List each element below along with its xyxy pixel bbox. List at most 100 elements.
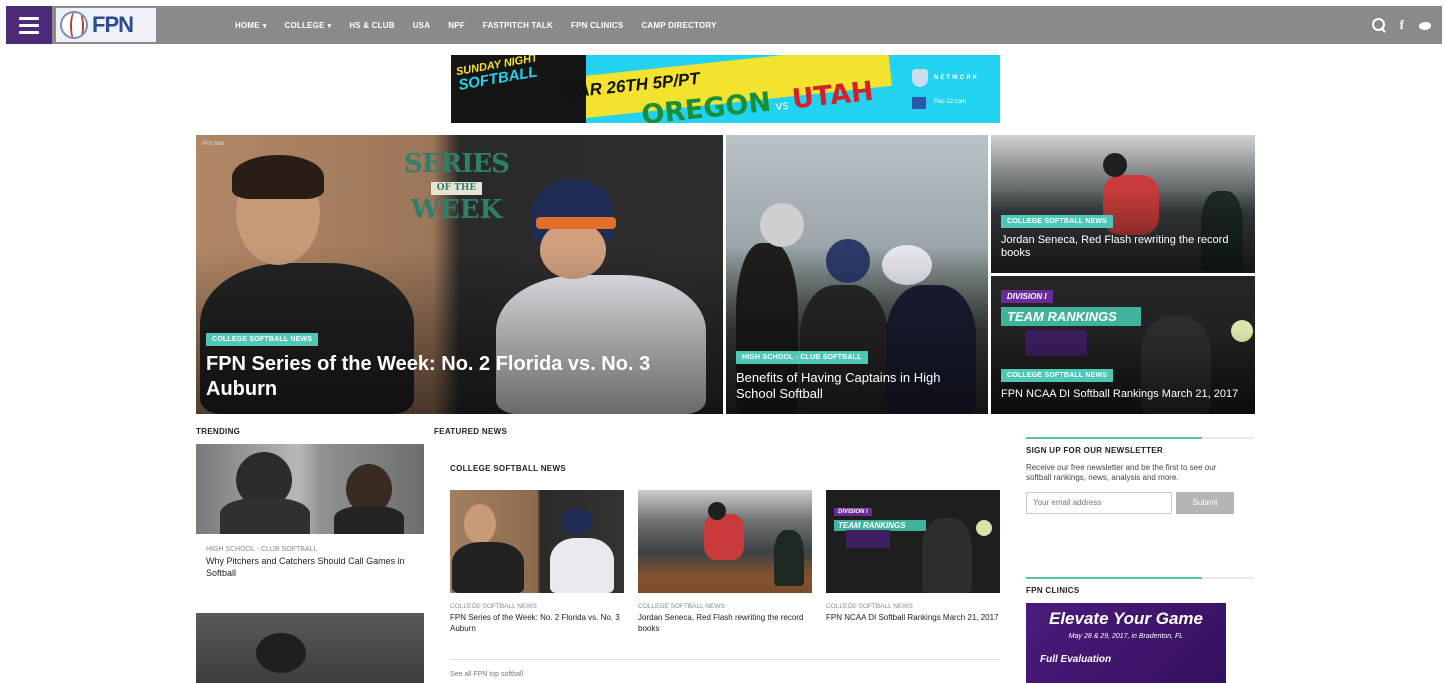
facebook-icon[interactable]: f [1400,17,1404,33]
site-logo[interactable]: FPN [56,8,156,42]
clinics-heading: FPN CLINICS [1026,586,1080,595]
category-tag[interactable]: HIGH SCHOOL - CLUB SOFTBALL [736,350,868,364]
email-input[interactable] [1026,491,1172,514]
featured-title[interactable]: FPN NCAA DI Softball Rankings March 21, … [826,613,1000,624]
trending-image[interactable] [196,613,424,683]
featured-image[interactable]: DIVISION I TEAM RANKINGS [826,490,1000,593]
nav-item-home[interactable]: HOME ▾ [226,21,276,30]
rankings-badge-line-1: DIVISION I [1001,290,1053,303]
clinics-widget: FPN CLINICS Elevate Your Game May 28 & 2… [1026,577,1254,683]
ad-network-text: NETWORK [934,75,979,81]
pac12-shield-icon [912,69,928,87]
featured-image[interactable] [638,490,812,593]
player-helmet [1103,153,1127,177]
twitter-icon[interactable] [1418,20,1432,31]
featured-heading: FEATURED NEWS [434,427,508,436]
newsletter-description: Receive our free newsletter and be the f… [1026,463,1217,483]
article-title[interactable]: FPN Series of the Week: No. 2 Florida vs… [206,352,713,402]
ad-network-sub: Pac-12.com [934,99,967,105]
article-title[interactable]: FPN NCAA DI Softball Rankings March 21, … [1001,388,1245,402]
nav-item-usa[interactable]: USA [404,21,440,30]
batting-helmet [562,508,592,534]
softball-logo-icon [60,11,88,39]
pac12-icon [912,97,926,109]
tile-caption: HIGH SCHOOL - CLUB SOFTBALL Benefits of … [736,346,978,403]
catcher-figure [774,530,804,586]
player-helmet [708,502,726,520]
tile-caption: COLLEGE SOFTBALL NEWS FPN Series of the … [206,328,713,402]
hero-tile-mid[interactable]: HIGH SCHOOL - CLUB SOFTBALL Benefits of … [726,135,988,414]
player-figure [922,518,972,593]
clinic-subtitle: Full Evaluation [1040,654,1112,665]
article-title[interactable]: Jordan Seneca, Red Flash rewriting the r… [1001,234,1245,262]
ad-banner[interactable]: SUNDAY NIGHT SOFTBALL MAR 26TH 5P/PT ORE… [451,55,1000,123]
nav-item-npf[interactable]: NPF [439,21,474,30]
submit-button[interactable]: Submit [1176,491,1234,514]
featured-subheading[interactable]: COLLEGE SOFTBALL NEWS [434,464,1000,473]
trending-heading: TRENDING [196,427,241,436]
trending-image[interactable] [196,444,424,534]
trending-category[interactable]: HIGH SCHOOL - CLUB SOFTBALL [196,546,424,553]
ad-vs: vs [774,97,790,114]
chevron-down-icon: ▾ [327,22,332,30]
hero-tile-main[interactable]: FPN Staff SERIES OF THE WEEK COLLEGE SOF… [196,135,723,414]
see-more-link[interactable]: See all FPN top softball [450,671,523,678]
divider [1026,437,1254,439]
sotw-line-3: WEEK [410,195,503,225]
divider [1026,577,1254,579]
nav-item-fastpitch-talk[interactable]: FASTPITCH TALK [474,21,562,30]
featured-card[interactable]: DIVISION I TEAM RANKINGS COLLEGE SOFTBAL… [826,490,1000,635]
featured-card[interactable]: COLLEGE SOFTBALL NEWS Jordan Seneca, Red… [638,490,812,635]
player-head [464,504,496,544]
logo-text: FPN [92,12,134,37]
sotw-line-1: SERIES [404,149,510,179]
helmet-brim [536,217,616,229]
featured-card[interactable]: COLLEGE SOFTBALL NEWS FPN Series of the … [450,490,624,635]
main-nav: HOME ▾ COLLEGE ▾ HS & CLUB USA NPF FASTPIT… [226,6,726,44]
player-figure [334,506,404,534]
hero-grid: FPN Staff SERIES OF THE WEEK COLLEGE SOF… [196,135,1255,414]
sotw-line-2: OF THE [430,182,483,195]
clinic-title: Elevate Your Game [1048,609,1204,628]
tile-caption: COLLEGE SOFTBALL NEWS Jordan Seneca, Red… [1001,210,1245,262]
featured-image[interactable] [450,490,624,593]
category-tag[interactable]: COLLEGE SOFTBALL NEWS [1001,214,1114,228]
newsletter-form: Submit [1026,491,1254,514]
nav-item-hs-club[interactable]: HS & CLUB [340,21,403,30]
featured-cards: COLLEGE SOFTBALL NEWS FPN Series of the … [450,490,1000,635]
featured-category[interactable]: COLLEGE SOFTBALL NEWS [638,603,812,610]
category-tag[interactable]: COLLEGE SOFTBALL NEWS [206,333,319,346]
player-figure [452,542,524,593]
clinic-dates: May 28 & 29, 2017, in Bradenton, FL [1068,633,1184,640]
article-title[interactable]: Benefits of Having Captains in High Scho… [736,370,978,403]
player-helmet [760,203,804,247]
featured-category[interactable]: COLLEGE SOFTBALL NEWS [450,603,624,610]
player-helmet [256,633,306,673]
nav-item-camp-directory[interactable]: CAMP DIRECTORY [632,21,725,30]
category-tag[interactable]: COLLEGE SOFTBALL NEWS [1001,369,1114,383]
sidebar: SIGN UP FOR OUR NEWSLETTER Receive our f… [1026,437,1254,683]
player-figure [220,498,310,534]
featured-title[interactable]: FPN Series of the Week: No. 2 Florida vs… [450,613,624,635]
team-rankings-badge: DIVISION I TEAM RANKINGS [1001,286,1141,326]
softball-ball [976,520,992,536]
player-hair [232,155,324,199]
hero-tile-right-top[interactable]: COLLEGE SOFTBALL NEWS Jordan Seneca, Red… [991,135,1255,273]
rankings-badge-line-2: TEAM RANKINGS [1001,307,1141,326]
trending-title[interactable]: Why Pitchers and Catchers Should Call Ga… [196,556,424,579]
featured-title[interactable]: Jordan Seneca, Red Flash rewriting the r… [638,613,812,635]
hero-tile-right-bottom[interactable]: DIVISION I TEAM RANKINGS COLLEGE SOFTBAL… [991,276,1255,414]
search-icon[interactable] [1371,18,1386,32]
top-navigation-bar: FPN HOME ▾ COLLEGE ▾ HS & CLUB USA NPF FAS… [6,6,1442,44]
tile-caption: COLLEGE SOFTBALL NEWS FPN NCAA DI Softba… [1001,364,1245,402]
menu-icon[interactable] [6,6,52,44]
team-rankings-badge: DIVISION I TEAM RANKINGS [834,500,926,531]
clinic-ad[interactable]: Elevate Your Game May 28 & 29, 2017, in … [1026,603,1226,683]
rankings-badge-line-1: DIVISION I [834,508,872,516]
nav-item-fpn-clinics[interactable]: FPN CLINICS [562,21,632,30]
player-figure [704,514,744,560]
featured-category[interactable]: COLLEGE SOFTBALL NEWS [826,603,1000,610]
chevron-down-icon: ▾ [262,22,267,30]
nav-item-college[interactable]: COLLEGE ▾ [276,21,341,30]
player-figure [550,538,614,593]
